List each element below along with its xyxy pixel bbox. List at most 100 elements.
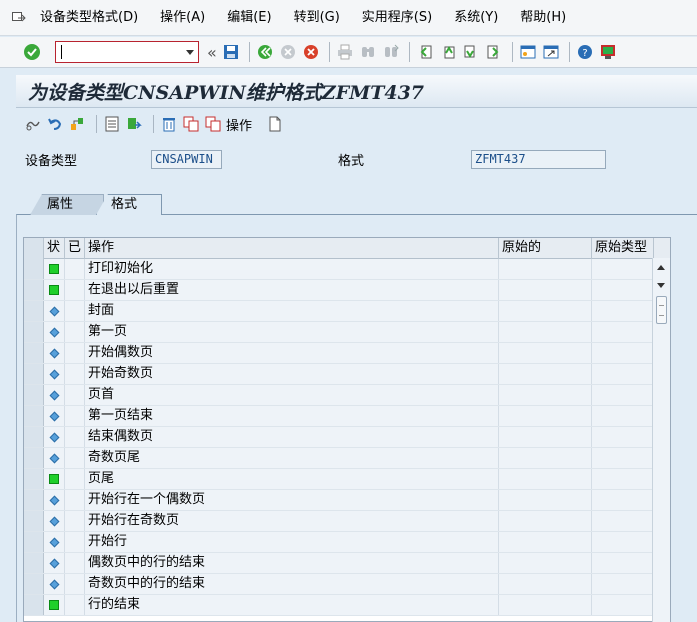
table-row[interactable]: 在退出以后重置: [24, 280, 654, 301]
column-header-status[interactable]: 状: [44, 238, 65, 259]
system-menu-icon[interactable]: [6, 0, 32, 36]
tab-format[interactable]: 格式: [96, 194, 162, 215]
row-selector[interactable]: [24, 427, 44, 447]
create-session-icon[interactable]: [518, 42, 538, 62]
column-header-original[interactable]: 原始的: [499, 238, 592, 259]
table-row[interactable]: 开始行: [24, 532, 654, 553]
table-row[interactable]: 奇数页尾: [24, 448, 654, 469]
operation-cell[interactable]: 结束偶数页: [85, 427, 499, 447]
operation-cell[interactable]: 行的结束: [85, 595, 499, 615]
operation-cell[interactable]: 封面: [85, 301, 499, 321]
row-selector[interactable]: [24, 280, 44, 300]
table-row[interactable]: 打印初始化: [24, 259, 654, 280]
row-selector[interactable]: [24, 448, 44, 468]
table-row[interactable]: 页首: [24, 385, 654, 406]
operation-cell[interactable]: 开始奇数页: [85, 364, 499, 384]
find-icon[interactable]: [358, 42, 378, 62]
customize-layout-icon[interactable]: [598, 42, 618, 62]
table-row[interactable]: 第一页结束: [24, 406, 654, 427]
print-icon[interactable]: [335, 42, 355, 62]
row-selector[interactable]: [24, 553, 44, 573]
menu-help[interactable]: 帮助(H): [509, 0, 577, 36]
save-icon[interactable]: [221, 42, 241, 62]
operation-cell[interactable]: 打印初始化: [85, 259, 499, 279]
row-selector[interactable]: [24, 322, 44, 342]
operation-cell[interactable]: 开始行: [85, 532, 499, 552]
operation-cell[interactable]: 奇数页尾: [85, 448, 499, 468]
table-row[interactable]: 开始行在奇数页: [24, 511, 654, 532]
select-all-column[interactable]: [24, 238, 44, 259]
column-header-operation[interactable]: 操作: [85, 238, 499, 259]
menu-system[interactable]: 系统(Y): [443, 0, 509, 36]
scroll-down-icon[interactable]: [657, 283, 665, 288]
menu-device-type-format[interactable]: 设备类型格式(D): [32, 0, 149, 36]
menu-operation[interactable]: 操作(A): [149, 0, 216, 36]
operation-cell[interactable]: 第一页结束: [85, 406, 499, 426]
tab-attributes[interactable]: 属性: [30, 194, 104, 215]
row-selector[interactable]: [24, 406, 44, 426]
row-selector[interactable]: [24, 385, 44, 405]
undo-icon[interactable]: [46, 115, 64, 133]
table-row[interactable]: 开始奇数页: [24, 364, 654, 385]
collapse-command-icon[interactable]: «: [207, 43, 217, 62]
menu-edit[interactable]: 编辑(E): [216, 0, 282, 36]
back-icon[interactable]: [255, 42, 275, 62]
format-field[interactable]: ZFMT437: [471, 150, 606, 169]
operation-cell[interactable]: 第一页: [85, 322, 499, 342]
row-selector[interactable]: [24, 595, 44, 615]
menu-goto[interactable]: 转到(G): [283, 0, 351, 36]
table-row[interactable]: 奇数页中的行的结束: [24, 574, 654, 595]
column-header-done[interactable]: 已: [65, 238, 85, 259]
help-icon[interactable]: ?: [575, 42, 595, 62]
row-selector[interactable]: [24, 259, 44, 279]
previous-page-icon[interactable]: [438, 42, 458, 62]
table-row[interactable]: 偶数页中的行的结束: [24, 553, 654, 574]
table-row[interactable]: 开始行在一个偶数页: [24, 490, 654, 511]
last-page-icon[interactable]: [484, 42, 504, 62]
find-next-icon[interactable]: [381, 42, 401, 62]
operation-icon[interactable]: [204, 115, 222, 133]
operation-cell[interactable]: 开始行在奇数页: [85, 511, 499, 531]
table-row[interactable]: 行的结束: [24, 595, 654, 616]
operation-cell[interactable]: 在退出以后重置: [85, 280, 499, 300]
table-row[interactable]: 结束偶数页: [24, 427, 654, 448]
copy-icon[interactable]: [182, 115, 200, 133]
operation-cell[interactable]: 页首: [85, 385, 499, 405]
row-selector[interactable]: [24, 490, 44, 510]
row-selector[interactable]: [24, 574, 44, 594]
row-selector[interactable]: [24, 511, 44, 531]
new-document-icon[interactable]: [266, 115, 284, 133]
row-selector[interactable]: [24, 301, 44, 321]
row-selector[interactable]: [24, 469, 44, 489]
cancel-icon[interactable]: [301, 42, 321, 62]
column-header-original-type[interactable]: 原始类型: [592, 238, 654, 259]
scrollbar-thumb[interactable]: [656, 296, 667, 324]
operation-cell[interactable]: 偶数页中的行的结束: [85, 553, 499, 573]
vertical-scrollbar[interactable]: [652, 258, 670, 622]
hierarchy-icon[interactable]: [68, 115, 86, 133]
device-type-field[interactable]: CNSAPWIN: [151, 150, 222, 169]
display-change-icon[interactable]: [24, 115, 42, 133]
operation-cell[interactable]: 页尾: [85, 469, 499, 489]
table-row[interactable]: 封面: [24, 301, 654, 322]
scroll-up-icon[interactable]: [657, 265, 665, 270]
command-dropdown-icon[interactable]: [186, 50, 194, 55]
next-page-icon[interactable]: [461, 42, 481, 62]
where-used-icon[interactable]: [125, 115, 143, 133]
table-row[interactable]: 第一页: [24, 322, 654, 343]
row-selector[interactable]: [24, 364, 44, 384]
exit-icon[interactable]: [278, 42, 298, 62]
operation-cell[interactable]: 奇数页中的行的结束: [85, 574, 499, 594]
shortcut-icon[interactable]: [541, 42, 561, 62]
operation-cell[interactable]: 开始偶数页: [85, 343, 499, 363]
first-page-icon[interactable]: [415, 42, 435, 62]
row-selector[interactable]: [24, 532, 44, 552]
menu-utilities[interactable]: 实用程序(S): [351, 0, 443, 36]
operation-cell[interactable]: 开始行在一个偶数页: [85, 490, 499, 510]
table-row[interactable]: 开始偶数页: [24, 343, 654, 364]
row-selector[interactable]: [24, 343, 44, 363]
operation-button-label[interactable]: 操作: [226, 115, 252, 134]
delete-icon[interactable]: [160, 115, 178, 133]
table-row[interactable]: 页尾: [24, 469, 654, 490]
enter-icon[interactable]: [22, 42, 42, 62]
